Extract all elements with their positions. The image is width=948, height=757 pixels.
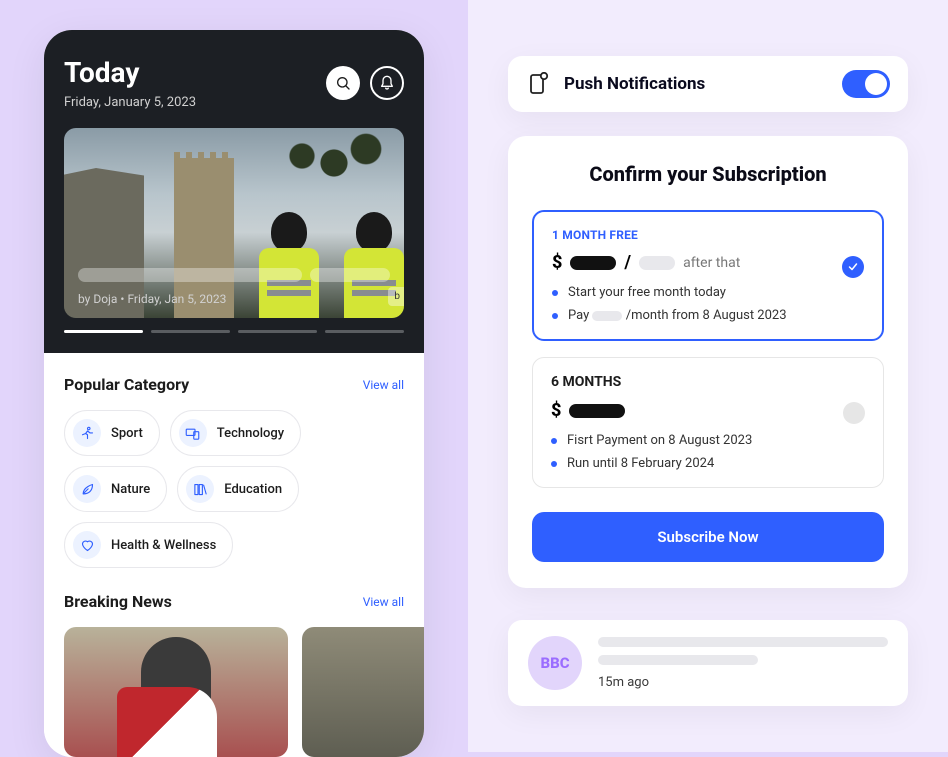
feed-time: 15m ago — [598, 675, 888, 690]
search-button[interactable] — [326, 66, 360, 100]
pager-dot[interactable] — [238, 330, 317, 333]
subscribe-button[interactable]: Subscribe Now — [532, 512, 884, 562]
chip-label: Nature — [111, 482, 150, 497]
plan-bullet: Fisrt Payment on 8 August 2023 — [551, 433, 865, 448]
push-notifications-card: Push Notifications — [508, 56, 908, 112]
phone-mockup: Today Friday, January 5, 2023 — [44, 30, 424, 757]
phone-badge-icon — [526, 72, 550, 96]
plan-name: 6 MONTHS — [551, 374, 865, 390]
plan-bullet: Start your free month today — [552, 285, 864, 300]
hero-meta: by Doja • Friday, Jan 5, 2023 — [78, 292, 390, 306]
pager-dot[interactable] — [325, 330, 404, 333]
pager-dot[interactable] — [151, 330, 230, 333]
hero-pager[interactable] — [64, 330, 404, 333]
feed-subtitle-skeleton — [598, 655, 758, 665]
pager-dot[interactable] — [64, 330, 143, 333]
feed-title-skeleton — [598, 637, 888, 647]
check-icon — [847, 261, 859, 273]
plan-price: $ — [551, 400, 865, 421]
plan-radio-unselected[interactable] — [843, 402, 865, 424]
subscription-card: Confirm your Subscription 1 MONTH FREE $… — [508, 136, 908, 588]
news-card[interactable] — [302, 627, 424, 757]
page-title: Today — [64, 56, 196, 89]
leaf-icon — [73, 475, 101, 503]
hero: Today Friday, January 5, 2023 — [44, 30, 424, 353]
push-toggle[interactable] — [842, 70, 890, 98]
chip-label: Health & Wellness — [111, 538, 216, 553]
chip-technology[interactable]: Technology — [170, 410, 301, 456]
plan-bullet: Pay /month from 8 August 2023 — [552, 308, 864, 323]
plan-six-months[interactable]: 6 MONTHS $ Fisrt Payment on 8 August 202… — [532, 357, 884, 488]
devices-icon — [179, 419, 207, 447]
hero-next-chip: b — [388, 287, 404, 306]
view-all-breaking[interactable]: View all — [363, 595, 404, 609]
books-icon — [186, 475, 214, 503]
hero-card[interactable]: by Doja • Friday, Jan 5, 2023 b — [64, 128, 404, 318]
subscription-title: Confirm your Subscription — [532, 162, 884, 186]
chip-label: Technology — [217, 426, 284, 441]
plan-price: $ / after that — [552, 252, 864, 273]
section-title-popular: Popular Category — [64, 375, 189, 394]
news-card[interactable] — [64, 627, 288, 757]
plan-monthly[interactable]: 1 MONTH FREE $ / after that Start your f… — [532, 210, 884, 341]
run-icon — [73, 419, 101, 447]
page-date: Friday, January 5, 2023 — [64, 95, 196, 110]
avatar: BBC — [528, 636, 582, 690]
view-all-popular[interactable]: View all — [363, 378, 404, 392]
chip-label: Education — [224, 482, 282, 497]
notifications-button[interactable] — [370, 66, 404, 100]
heart-icon — [73, 531, 101, 559]
chip-label: Sport — [111, 426, 143, 441]
chip-sport[interactable]: Sport — [64, 410, 160, 456]
category-chips: Sport Technology Nature — [64, 410, 404, 568]
section-title-breaking: Breaking News — [64, 592, 172, 611]
hero-headline-skeleton — [78, 268, 390, 282]
search-icon — [335, 75, 351, 91]
chip-education[interactable]: Education — [177, 466, 299, 512]
plan-bullet: Run until 8 February 2024 — [551, 456, 865, 471]
push-label: Push Notifications — [564, 74, 828, 94]
plan-badge: 1 MONTH FREE — [552, 228, 864, 242]
chip-health[interactable]: Health & Wellness — [64, 522, 233, 568]
bell-icon — [379, 75, 395, 91]
plan-radio-selected[interactable] — [842, 256, 864, 278]
feed-item[interactable]: BBC 15m ago — [508, 620, 908, 706]
breaking-news-row — [64, 627, 404, 757]
chip-nature[interactable]: Nature — [64, 466, 167, 512]
